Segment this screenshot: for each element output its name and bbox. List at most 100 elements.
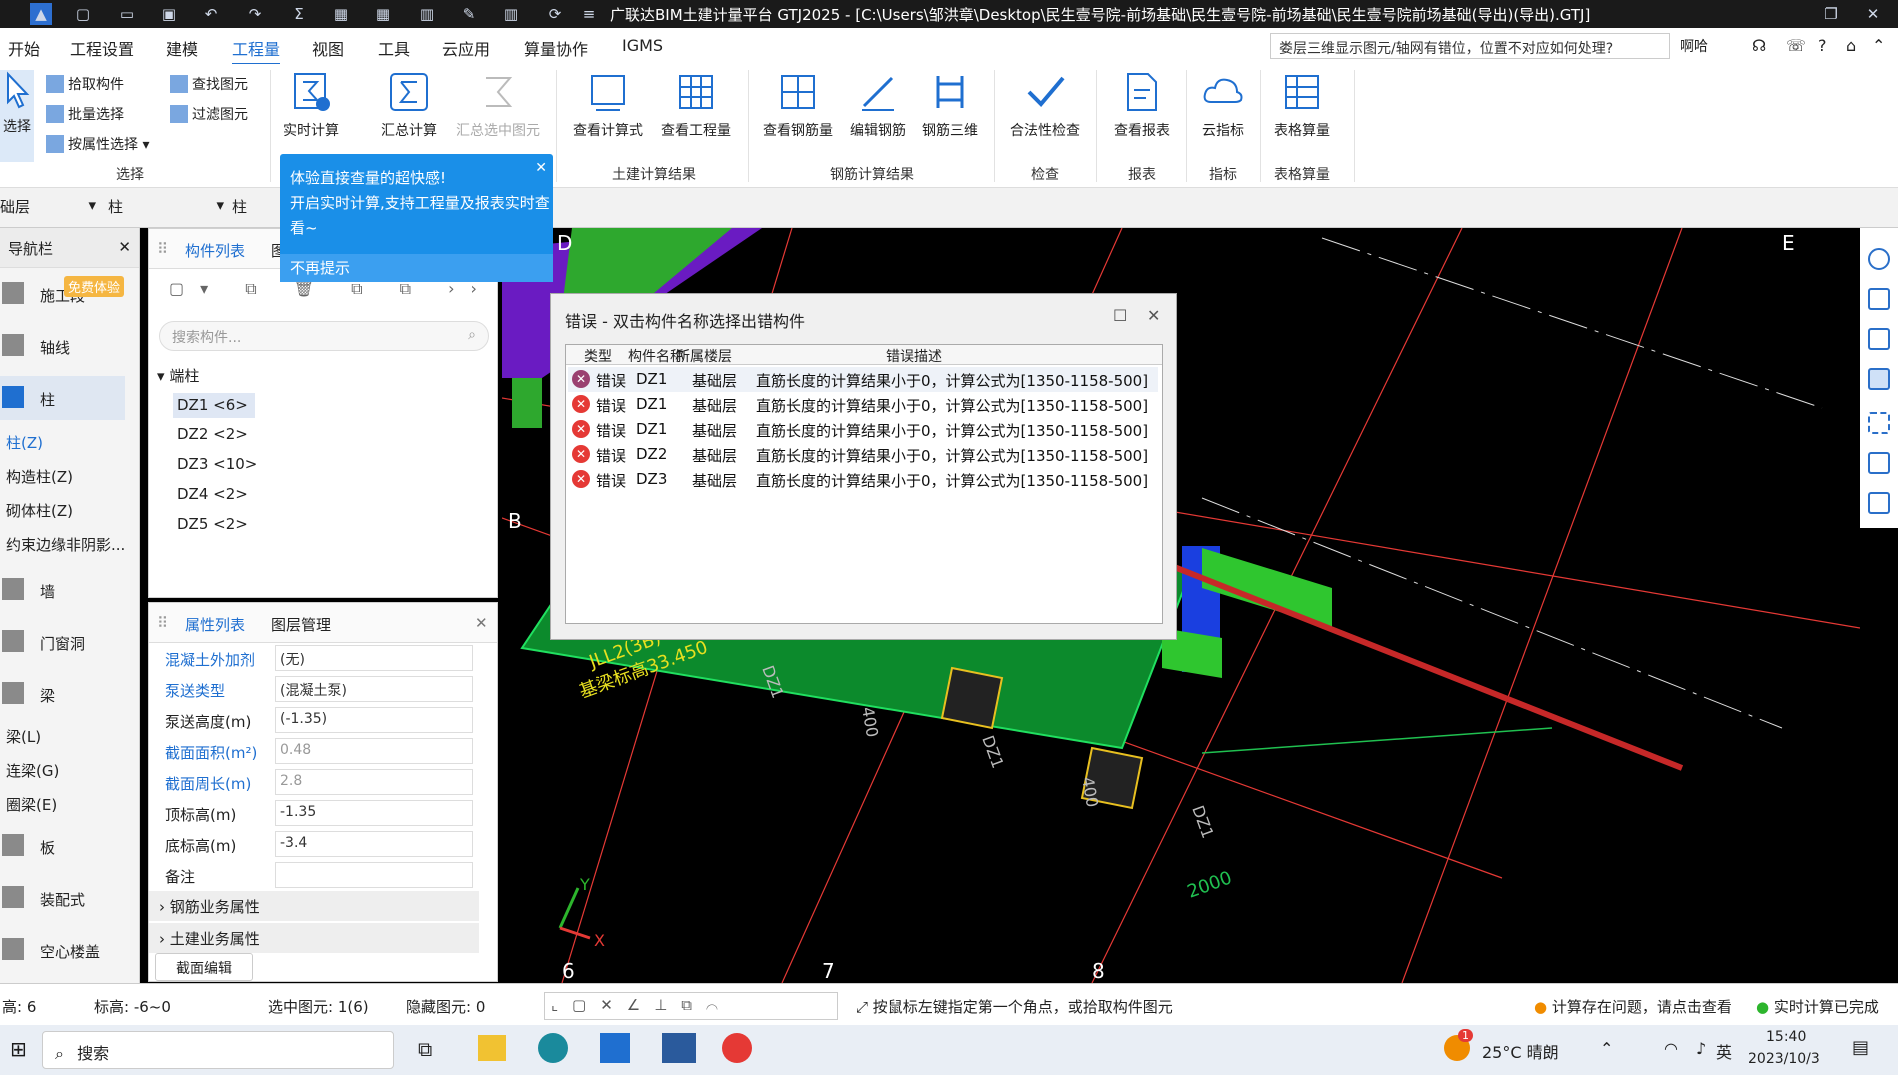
headset-icon[interactable]: ☊ [1752, 36, 1766, 55]
nav-sub-masonry-column[interactable]: 砌体柱(Z) [6, 500, 73, 521]
help-search-input[interactable]: 娄层三维显示图元/轴网有错位，位置不对应如何处理? [1270, 33, 1670, 59]
orbit-icon[interactable] [1868, 248, 1890, 270]
tab-component-list[interactable]: 构件列表 [185, 240, 245, 261]
clock-date[interactable]: 2023/10/3 [1748, 1051, 1820, 1067]
floor-dropdown[interactable]: 础层 ▾ [0, 196, 98, 220]
taskbar-search[interactable]: ⌕ 搜索 [42, 1031, 394, 1069]
menu-tools[interactable]: 工具 [378, 36, 410, 60]
edge-icon[interactable] [538, 1033, 568, 1063]
section-edit-button[interactable]: 截面编辑 [155, 953, 253, 981]
snap-toolbar[interactable]: ⌞▢✕∠⊥⧉⌒ [544, 992, 838, 1020]
prop-row[interactable]: 截面面积(m²) 0.48 [149, 736, 479, 767]
tree-item-dz1[interactable]: DZ1 <6> [173, 393, 255, 418]
menu-collab[interactable]: 算量协作 [524, 36, 588, 60]
filter-element-button[interactable]: 过滤图元 [170, 104, 248, 124]
component-toolbar[interactable]: ▢▾ ⧉ 🗑 ⧉ ⧉ ›› [169, 279, 493, 299]
chat-icon[interactable]: ☏ [1786, 36, 1806, 55]
prop-row[interactable]: 泵送高度(m) (-1.35) [149, 705, 479, 736]
pick-component-button[interactable]: 拾取构件 [46, 74, 124, 94]
edit-icon[interactable]: ✎ [458, 3, 480, 25]
nav-item-door-window[interactable]: 门窗洞 [0, 620, 125, 664]
menu-cloud[interactable]: 云应用 [442, 36, 490, 60]
error-row[interactable]: ✕ 错误 DZ1 基础层 直筋长度的计算结果小于0，计算公式为[1350-1158-50… [568, 417, 1158, 442]
dismiss-tip-button[interactable]: 不再提示 [280, 254, 553, 282]
sync-icon[interactable]: ⟳ [544, 3, 566, 25]
prop-value[interactable]: (-1.35) [275, 707, 473, 733]
prop-row[interactable]: 混凝土外加剂 (无) [149, 643, 479, 674]
skin-icon[interactable]: ⌂ [1846, 36, 1856, 55]
list-settings-icon[interactable] [1868, 492, 1890, 514]
calc-problem-link[interactable]: ● 计算存在问题，请点击查看 [1534, 996, 1732, 1017]
realtime-calc-button[interactable]: 实时计算 [276, 70, 346, 140]
prop-value[interactable]: -3.4 [275, 831, 473, 857]
grid-icon[interactable]: ▦ [372, 3, 394, 25]
trial-badge[interactable]: 免费体验 [64, 276, 125, 297]
tab-layer-management[interactable]: 图层管理 [271, 614, 331, 635]
prop-value[interactable]: -1.35 [275, 800, 473, 826]
more-icon[interactable]: ≡ [578, 3, 600, 25]
view-rebar-button[interactable]: 查看钢筋量 [756, 70, 840, 140]
notification-icon[interactable]: ▤ [1852, 1037, 1869, 1058]
tree-item-dz2[interactable]: DZ2 <2> [177, 425, 248, 443]
open-icon[interactable]: ▭ [116, 3, 138, 25]
drag-handle-icon[interactable]: ⠿ [157, 240, 168, 258]
task-view-icon[interactable]: ⧉ [418, 1037, 432, 1061]
nav-item-hollow-floor[interactable]: 空心楼盖 [0, 928, 125, 972]
summary-selected-button[interactable]: 汇总选中图元 [448, 70, 548, 140]
prop-value[interactable]: (无) [275, 645, 473, 671]
error-row[interactable]: ✕ 错误 DZ1 基础层 直筋长度的计算结果小于0，计算公式为[1350-1158-50… [568, 392, 1158, 417]
view-formula-button[interactable]: 查看计算式 [566, 70, 650, 140]
nav-sub-ring-beam[interactable]: 圈梁(E) [6, 794, 57, 815]
clock-time[interactable]: 15:40 [1766, 1029, 1806, 1045]
wifi-icon[interactable]: ◠ [1664, 1039, 1678, 1058]
view-quantity-button[interactable]: 查看工程量 [654, 70, 738, 140]
tree-item-dz4[interactable]: DZ4 <2> [177, 485, 248, 503]
prop-row[interactable]: 备注 [149, 860, 479, 891]
type-dropdown[interactable]: 柱 ▾ [108, 196, 226, 220]
tree-group-end-column[interactable]: ▾ 端柱 [157, 365, 199, 386]
help-icon[interactable]: ? [1818, 36, 1827, 55]
nav-item-construction-segment[interactable]: 施工段 免费体验 [0, 272, 125, 316]
cad-icon[interactable] [662, 1033, 696, 1063]
close-icon[interactable]: ✕ [1147, 306, 1160, 325]
sum-icon[interactable]: Σ [288, 3, 310, 25]
nav-sub-coupling-beam[interactable]: 连梁(G) [6, 760, 59, 781]
maximize-icon[interactable]: ☐ [1113, 306, 1127, 325]
nav-sub-constraint-edge[interactable]: 约束边缘非阴影... [6, 534, 125, 555]
model-icon[interactable] [1868, 452, 1890, 474]
undo-icon[interactable]: ↶ [200, 3, 222, 25]
error-name[interactable]: DZ1 [636, 420, 667, 438]
menu-igms[interactable]: IGMS [622, 36, 663, 55]
report-icon[interactable]: ▦ [330, 3, 352, 25]
prop-value[interactable]: (混凝土泵) [275, 676, 473, 702]
view-report-button[interactable]: 查看报表 [1104, 70, 1180, 140]
close-icon[interactable]: ✕ [475, 614, 488, 632]
prop-row[interactable]: 截面周长(m) 2.8 [149, 767, 479, 798]
close-icon[interactable]: ✕ [118, 238, 131, 256]
grid2-icon[interactable]: ▥ [500, 3, 522, 25]
app-icon[interactable]: ▲ [30, 3, 52, 25]
nav-item-beam[interactable]: 梁 [0, 672, 125, 716]
error-name[interactable]: DZ1 [636, 370, 667, 388]
error-row[interactable]: ✕ 错误 DZ2 基础层 直筋长度的计算结果小于0，计算公式为[1350-1158-50… [568, 442, 1158, 467]
menu-start[interactable]: 开始 [8, 36, 40, 60]
error-name[interactable]: DZ2 [636, 445, 667, 463]
menu-modeling[interactable]: 建模 [166, 36, 198, 60]
fullscreen-icon[interactable] [1868, 412, 1890, 434]
tree-item-dz3[interactable]: DZ3 <10> [177, 455, 257, 473]
error-row[interactable]: ✕ 错误 DZ1 基础层 直筋长度的计算结果小于0，计算公式为[1350-1158-50… [568, 367, 1158, 392]
civil-attr-group[interactable]: › 土建业务属性 [149, 923, 479, 953]
collapse-ribbon-icon[interactable]: ⌃ [1872, 36, 1885, 55]
new-icon[interactable]: ▢ [72, 3, 94, 25]
prop-row[interactable]: 泵送类型 (混凝土泵) [149, 674, 479, 705]
menu-view[interactable]: 视图 [312, 36, 344, 60]
menu-quantity[interactable]: 工程量 [232, 36, 281, 65]
restore-icon[interactable]: ❐ [1820, 3, 1842, 25]
nav-item-wall[interactable]: 墙 [0, 568, 125, 612]
redo-icon[interactable]: ↷ [244, 3, 266, 25]
tray-chevron-icon[interactable]: ⌃ [1600, 1039, 1613, 1058]
nav-item-axis[interactable]: 轴线 [0, 324, 125, 368]
error-name[interactable]: DZ1 [636, 395, 667, 413]
volume-icon[interactable]: ♪ [1696, 1039, 1706, 1058]
drag-handle-icon[interactable]: ⠿ [157, 614, 168, 632]
